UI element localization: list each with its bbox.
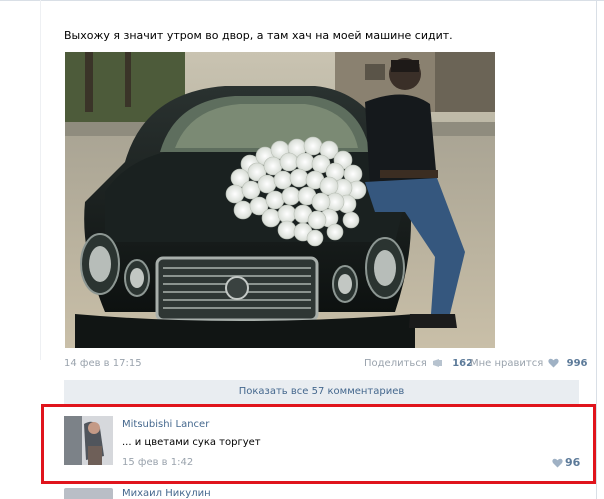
- comment-like-button[interactable]: 96: [550, 456, 580, 469]
- share-button[interactable]: Поделиться 162: [364, 358, 473, 369]
- like-label: Мне нравится: [470, 358, 544, 369]
- megaphone-icon: [433, 359, 443, 367]
- post-text: Выхожу я значит утром во двор, а там хач…: [64, 29, 453, 42]
- top-divider: [0, 0, 604, 1]
- car-photo-illustration: [65, 52, 495, 348]
- comment-date[interactable]: 15 фев в 1:42: [122, 457, 193, 468]
- comment-text: ... и цветами сука торгует: [122, 437, 261, 448]
- comment-item: Mitsubishi Lancer ... и цветами сука тор…: [64, 413, 580, 473]
- avatar[interactable]: [64, 488, 113, 499]
- post-date[interactable]: 14 фев в 17:15: [64, 358, 142, 369]
- share-label: Поделиться: [364, 358, 427, 369]
- right-divider: [596, 0, 597, 499]
- comment-author[interactable]: Михаил Никулин: [122, 488, 211, 499]
- heart-icon: [552, 458, 563, 468]
- post-photo[interactable]: [65, 52, 495, 348]
- comment-item: Михаил Никулин: [64, 488, 576, 499]
- like-count: 996: [566, 358, 588, 369]
- heart-icon: [548, 358, 560, 368]
- left-divider: [40, 0, 41, 360]
- show-all-comments-button[interactable]: Показать все 57 комментариев: [64, 380, 579, 404]
- like-button[interactable]: Мне нравится 996: [470, 358, 588, 369]
- avatar-image: [64, 416, 113, 465]
- avatar[interactable]: [64, 416, 113, 465]
- comment-like-count: 96: [565, 456, 581, 469]
- comment-author[interactable]: Mitsubishi Lancer: [122, 419, 209, 430]
- post-footer: 14 фев в 17:15 Поделиться 162 Мне нравит…: [64, 358, 588, 372]
